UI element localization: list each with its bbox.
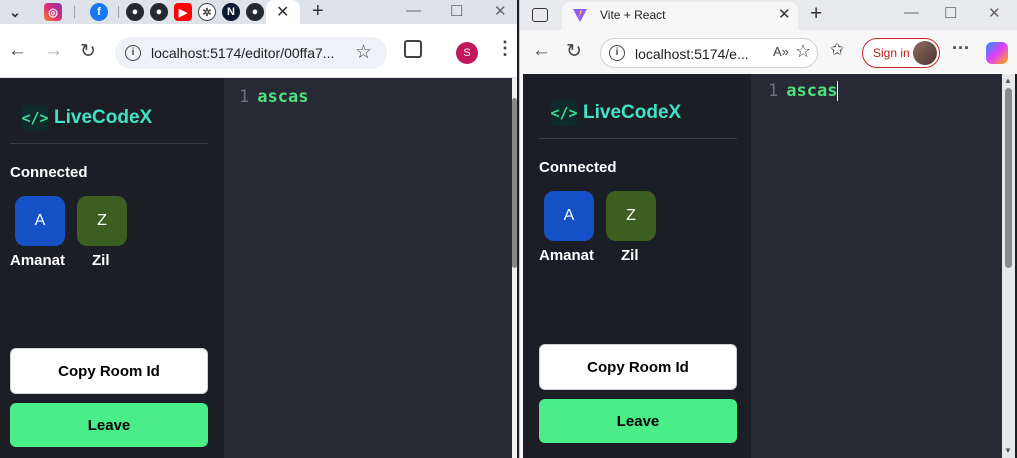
divider <box>539 138 737 139</box>
tab-separator <box>118 6 119 18</box>
site-info-icon[interactable]: i <box>125 45 141 61</box>
app-root: </> LiveCodeX Connected A Amanat Z Zil C… <box>0 78 517 458</box>
client-name: Zil <box>92 252 110 269</box>
back-icon[interactable]: ← <box>8 40 27 62</box>
tab-strip: Vite + React ✕ + — ☐ ✕ <box>520 0 1017 30</box>
edge-window: Vite + React ✕ + — ☐ ✕ ← ↻ i localhost:5… <box>519 0 1017 458</box>
user-avatar <box>913 41 937 65</box>
scrollbar[interactable]: ▲ ▼ <box>1002 74 1015 458</box>
close-tab-icon[interactable]: ✕ <box>778 5 791 23</box>
address-bar[interactable]: i localhost:5174/editor/00ffa7... ☆ <box>115 37 387 69</box>
close-window-icon[interactable]: ✕ <box>988 4 1001 22</box>
code-brackets-icon: </> <box>21 105 49 131</box>
close-tab-icon[interactable]: ✕ <box>276 2 289 22</box>
browser-toolbar: ← → ↻ i localhost:5174/editor/00ffa7... … <box>0 26 517 78</box>
client-card: A Amanat <box>539 191 600 264</box>
text-cursor <box>837 81 839 101</box>
scrollbar[interactable] <box>512 78 517 458</box>
favorites-icon[interactable]: ✩ <box>830 40 844 60</box>
facebook-icon[interactable]: f <box>90 3 108 21</box>
avatar: Z <box>606 191 656 241</box>
brand-name: LiveCodeX <box>54 107 153 128</box>
brand-logo: </> LiveCodeX <box>21 105 153 131</box>
tab-strip: ⌄ ◎ f ● ● ▶ ✲ N ● ✕ + — ☐ ✕ <box>0 0 517 26</box>
notion-icon[interactable]: N <box>222 3 240 21</box>
github-icon[interactable]: ● <box>150 3 168 21</box>
github-icon[interactable]: ● <box>246 3 264 21</box>
leave-button[interactable]: Leave <box>10 403 208 447</box>
minimize-icon[interactable]: — <box>406 2 421 19</box>
connected-heading: Connected <box>539 159 617 176</box>
close-window-icon[interactable]: ✕ <box>494 2 507 20</box>
minimize-icon[interactable]: — <box>904 4 919 21</box>
leave-button[interactable]: Leave <box>539 399 737 443</box>
new-tab-icon[interactable]: + <box>312 0 324 23</box>
code-editor[interactable]: 1 ascas <box>224 78 512 458</box>
app-sidebar: </> LiveCodeX Connected A Amanat Z Zil C… <box>523 74 751 458</box>
site-info-icon[interactable]: i <box>609 45 625 61</box>
maximize-icon[interactable]: ☐ <box>450 2 463 20</box>
forward-icon[interactable]: → <box>44 40 63 62</box>
tab-title[interactable]: Vite + React <box>600 8 665 22</box>
sign-in-button[interactable]: Sign in <box>862 38 940 68</box>
browser-toolbar: ← ↻ i localhost:5174/e... A» ☆ ✩ Sign in… <box>520 30 1017 74</box>
app-root: </> LiveCodeX Connected A Amanat Z Zil C… <box>523 74 1017 458</box>
openai-icon[interactable]: ✲ <box>198 3 216 21</box>
reload-icon[interactable]: ↻ <box>80 40 96 63</box>
client-name: Amanat <box>539 247 595 264</box>
client-name: Zil <box>621 247 639 264</box>
brand-name: LiveCodeX <box>583 102 682 123</box>
client-name: Amanat <box>10 252 66 269</box>
new-tab-icon[interactable]: + <box>810 2 822 26</box>
avatar: A <box>544 191 594 241</box>
brand-logo: </> LiveCodeX <box>550 100 682 126</box>
back-icon[interactable]: ← <box>532 40 551 62</box>
maximize-icon[interactable]: ☐ <box>944 4 957 22</box>
chrome-window: ⌄ ◎ f ● ● ▶ ✲ N ● ✕ + — ☐ ✕ ← → ↻ i loca… <box>0 0 517 458</box>
tab-separator <box>74 6 75 18</box>
line-number: 1 <box>768 81 779 101</box>
sign-in-label: Sign in <box>873 46 910 60</box>
reload-icon[interactable]: ↻ <box>566 40 582 63</box>
code-brackets-icon: </> <box>550 100 578 126</box>
tab-search-chevron-icon[interactable]: ⌄ <box>6 3 24 21</box>
instagram-icon[interactable]: ◎ <box>44 3 62 21</box>
github-icon[interactable]: ● <box>126 3 144 21</box>
code-line[interactable]: 1 ascas <box>239 87 308 107</box>
client-card: Z Zil <box>606 191 662 264</box>
copilot-icon[interactable] <box>986 42 1008 64</box>
bookmark-star-icon[interactable]: ☆ <box>355 41 372 64</box>
line-number: 1 <box>239 87 250 107</box>
code-line[interactable]: 1 ascas <box>768 81 839 101</box>
client-card: Z Zil <box>77 196 133 269</box>
connected-heading: Connected <box>10 164 88 181</box>
scroll-thumb[interactable] <box>1005 88 1012 268</box>
extensions-icon[interactable] <box>404 40 422 58</box>
copy-room-id-button[interactable]: Copy Room Id <box>539 344 737 390</box>
address-text[interactable]: localhost:5174/e... <box>635 46 749 62</box>
scroll-down-icon[interactable]: ▼ <box>1004 446 1012 455</box>
active-tab[interactable] <box>562 2 798 30</box>
vite-icon <box>573 9 587 22</box>
youtube-icon[interactable]: ▶ <box>174 3 192 21</box>
read-aloud-icon[interactable]: A» <box>773 44 789 59</box>
address-text[interactable]: localhost:5174/editor/00ffa7... <box>151 45 334 61</box>
address-bar[interactable]: i localhost:5174/e... A» ☆ <box>600 38 818 68</box>
scroll-thumb[interactable] <box>512 98 517 268</box>
scroll-up-icon[interactable]: ▲ <box>1004 76 1012 85</box>
code-editor[interactable]: 1 ascas <box>751 74 1002 458</box>
client-card: A Amanat <box>10 196 71 269</box>
avatar: A <box>15 196 65 246</box>
app-sidebar: </> LiveCodeX Connected A Amanat Z Zil C… <box>0 78 224 458</box>
divider <box>10 143 208 144</box>
tab-actions-icon[interactable] <box>532 8 548 22</box>
favorite-star-icon[interactable]: ☆ <box>795 41 811 62</box>
profile-avatar[interactable]: S <box>456 42 478 64</box>
copy-room-id-button[interactable]: Copy Room Id <box>10 348 208 394</box>
code-text[interactable]: ascas <box>257 87 308 107</box>
menu-icon[interactable]: ⋮ <box>496 38 514 59</box>
code-text[interactable]: ascas <box>786 81 837 101</box>
avatar: Z <box>77 196 127 246</box>
more-icon[interactable]: ··· <box>952 38 970 59</box>
